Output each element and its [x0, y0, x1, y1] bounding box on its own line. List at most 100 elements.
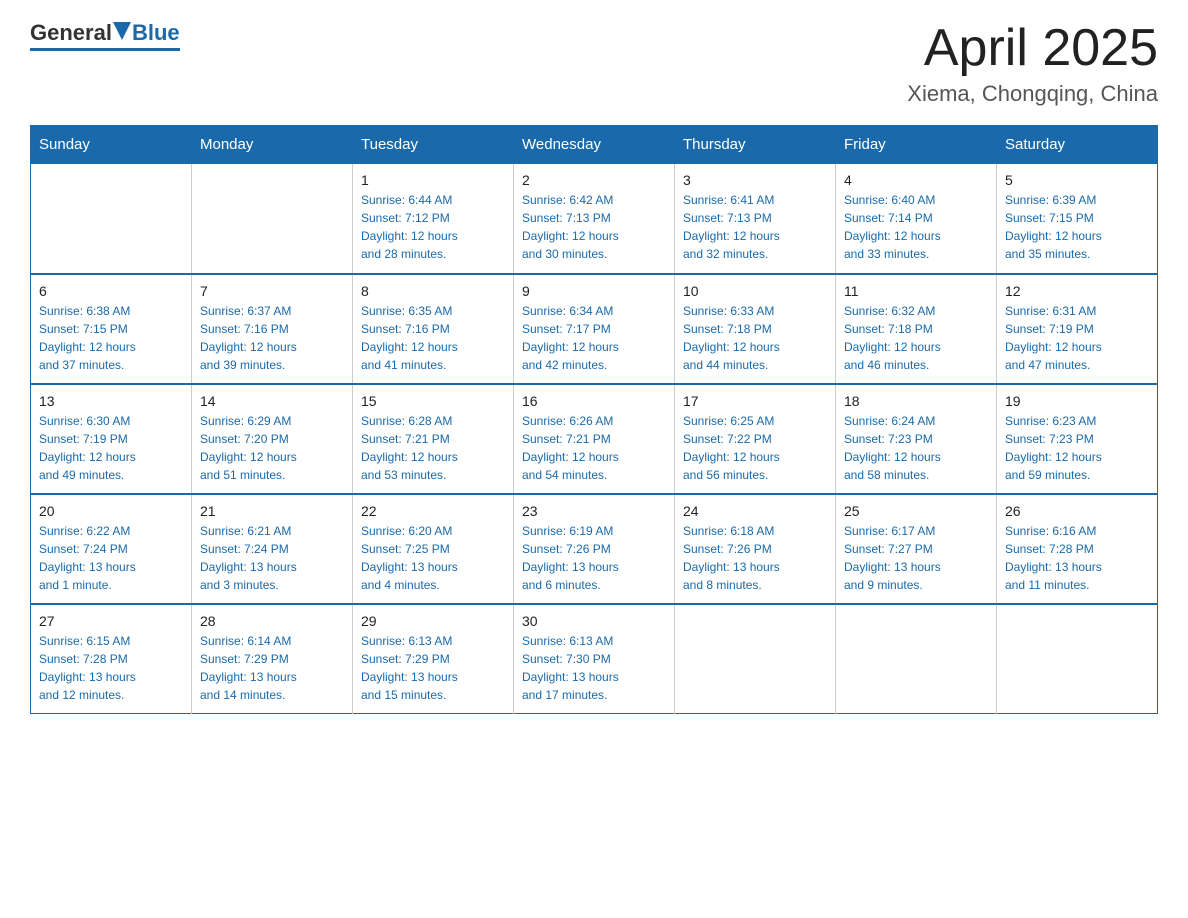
- day-number: 7: [200, 283, 344, 299]
- title-block: April 2025 Xiema, Chongqing, China: [907, 20, 1158, 107]
- page-header: General Blue April 2025 Xiema, Chongqing…: [30, 20, 1158, 107]
- calendar-cell: 5Sunrise: 6:39 AMSunset: 7:15 PMDaylight…: [997, 164, 1158, 274]
- day-info: Sunrise: 6:41 AMSunset: 7:13 PMDaylight:…: [683, 191, 827, 263]
- calendar-cell: 9 Sunrise: 6:34 AMSunset: 7:17 PMDaylight…: [514, 274, 675, 384]
- day-info: Sunrise: 6:13 AMSunset: 7:30 PMDaylight:…: [522, 632, 666, 704]
- day-info: Sunrise: 6:24 AMSunset: 7:23 PMDaylight:…: [844, 412, 988, 484]
- day-number: 12: [1005, 283, 1149, 299]
- calendar-cell: 21 Sunrise: 6:21 AMSunset: 7:24 PMDayligh…: [192, 494, 353, 604]
- calendar-cell: 1 Sunrise: 6:44 AMSunset: 7:12 PMDaylight…: [353, 164, 514, 274]
- calendar-week-row: 27 Sunrise: 6:15 AMSunset: 7:28 PMDayligh…: [31, 604, 1158, 714]
- day-number: 6: [39, 283, 183, 299]
- calendar-cell: 3 Sunrise: 6:41 AMSunset: 7:13 PMDaylight…: [675, 164, 836, 274]
- calendar-cell: [675, 604, 836, 714]
- calendar-cell: 10 Sunrise: 6:33 AMSunset: 7:18 PMDayligh…: [675, 274, 836, 384]
- day-info: Sunrise: 6:40 AMSunset: 7:14 PMDaylight:…: [844, 191, 988, 263]
- day-number: 30: [522, 613, 666, 629]
- logo-underline: [30, 48, 180, 51]
- day-number: 16: [522, 393, 666, 409]
- calendar-cell: [192, 164, 353, 274]
- day-number: 14: [200, 393, 344, 409]
- calendar-cell: 7 Sunrise: 6:37 AMSunset: 7:16 PMDaylight…: [192, 274, 353, 384]
- calendar-cell: 26Sunrise: 6:16 AMSunset: 7:28 PMDayligh…: [997, 494, 1158, 604]
- page-subtitle: Xiema, Chongqing, China: [907, 81, 1158, 107]
- calendar-cell: 24 Sunrise: 6:18 AMSunset: 7:26 PMDayligh…: [675, 494, 836, 604]
- day-number: 2: [522, 172, 666, 188]
- calendar-week-row: 20Sunrise: 6:22 AMSunset: 7:24 PMDayligh…: [31, 494, 1158, 604]
- day-number: 10: [683, 283, 827, 299]
- day-number: 13: [39, 393, 183, 409]
- logo-general-text: General: [30, 20, 112, 46]
- header-cell-wednesday: Wednesday: [514, 126, 675, 164]
- day-info: Sunrise: 6:38 AMSunset: 7:15 PMDaylight:…: [39, 302, 183, 374]
- day-number: 3: [683, 172, 827, 188]
- calendar-cell: 8 Sunrise: 6:35 AMSunset: 7:16 PMDaylight…: [353, 274, 514, 384]
- calendar-cell: [836, 604, 997, 714]
- logo-arrow-icon: [113, 22, 131, 40]
- day-number: 28: [200, 613, 344, 629]
- day-info: Sunrise: 6:23 AMSunset: 7:23 PMDaylight:…: [1005, 412, 1149, 484]
- day-info: Sunrise: 6:14 AMSunset: 7:29 PMDaylight:…: [200, 632, 344, 704]
- day-number: 15: [361, 393, 505, 409]
- calendar-cell: 2 Sunrise: 6:42 AMSunset: 7:13 PMDaylight…: [514, 164, 675, 274]
- day-number: 21: [200, 503, 344, 519]
- day-number: 18: [844, 393, 988, 409]
- day-info: Sunrise: 6:28 AMSunset: 7:21 PMDaylight:…: [361, 412, 505, 484]
- day-info: Sunrise: 6:18 AMSunset: 7:26 PMDaylight:…: [683, 522, 827, 594]
- calendar-cell: 22Sunrise: 6:20 AMSunset: 7:25 PMDayligh…: [353, 494, 514, 604]
- day-number: 29: [361, 613, 505, 629]
- day-info: Sunrise: 6:37 AMSunset: 7:16 PMDaylight:…: [200, 302, 344, 374]
- calendar-cell: 20Sunrise: 6:22 AMSunset: 7:24 PMDayligh…: [31, 494, 192, 604]
- calendar-cell: [31, 164, 192, 274]
- calendar-cell: [997, 604, 1158, 714]
- day-info: Sunrise: 6:42 AMSunset: 7:13 PMDaylight:…: [522, 191, 666, 263]
- logo-blue-text: Blue: [132, 20, 180, 46]
- day-info: Sunrise: 6:16 AMSunset: 7:28 PMDaylight:…: [1005, 522, 1149, 594]
- day-info: Sunrise: 6:32 AMSunset: 7:18 PMDaylight:…: [844, 302, 988, 374]
- calendar-cell: 13Sunrise: 6:30 AMSunset: 7:19 PMDayligh…: [31, 384, 192, 494]
- calendar-cell: 15 Sunrise: 6:28 AMSunset: 7:21 PMDayligh…: [353, 384, 514, 494]
- day-number: 27: [39, 613, 183, 629]
- calendar-cell: 6 Sunrise: 6:38 AMSunset: 7:15 PMDaylight…: [31, 274, 192, 384]
- day-info: Sunrise: 6:29 AMSunset: 7:20 PMDaylight:…: [200, 412, 344, 484]
- day-info: Sunrise: 6:31 AMSunset: 7:19 PMDaylight:…: [1005, 302, 1149, 374]
- header-cell-saturday: Saturday: [997, 126, 1158, 164]
- day-number: 9: [522, 283, 666, 299]
- day-info: Sunrise: 6:19 AMSunset: 7:26 PMDaylight:…: [522, 522, 666, 594]
- calendar-header-row: SundayMondayTuesdayWednesdayThursdayFrid…: [31, 126, 1158, 164]
- header-cell-friday: Friday: [836, 126, 997, 164]
- header-cell-sunday: Sunday: [31, 126, 192, 164]
- calendar-cell: 4 Sunrise: 6:40 AMSunset: 7:14 PMDaylight…: [836, 164, 997, 274]
- calendar-week-row: 1 Sunrise: 6:44 AMSunset: 7:12 PMDaylight…: [31, 164, 1158, 274]
- calendar-cell: 30 Sunrise: 6:13 AMSunset: 7:30 PMDayligh…: [514, 604, 675, 714]
- calendar-week-row: 6 Sunrise: 6:38 AMSunset: 7:15 PMDaylight…: [31, 274, 1158, 384]
- calendar-cell: 12 Sunrise: 6:31 AMSunset: 7:19 PMDayligh…: [997, 274, 1158, 384]
- day-number: 19: [1005, 393, 1149, 409]
- day-number: 4: [844, 172, 988, 188]
- day-number: 23: [522, 503, 666, 519]
- calendar-cell: 29 Sunrise: 6:13 AMSunset: 7:29 PMDayligh…: [353, 604, 514, 714]
- day-number: 8: [361, 283, 505, 299]
- day-number: 11: [844, 283, 988, 299]
- header-cell-thursday: Thursday: [675, 126, 836, 164]
- calendar-cell: 19 Sunrise: 6:23 AMSunset: 7:23 PMDayligh…: [997, 384, 1158, 494]
- day-info: Sunrise: 6:33 AMSunset: 7:18 PMDaylight:…: [683, 302, 827, 374]
- day-number: 24: [683, 503, 827, 519]
- day-info: Sunrise: 6:39 AMSunset: 7:15 PMDaylight:…: [1005, 191, 1149, 263]
- day-info: Sunrise: 6:13 AMSunset: 7:29 PMDaylight:…: [361, 632, 505, 704]
- day-info: Sunrise: 6:22 AMSunset: 7:24 PMDaylight:…: [39, 522, 183, 594]
- page-title: April 2025: [907, 20, 1158, 77]
- calendar-cell: 25Sunrise: 6:17 AMSunset: 7:27 PMDayligh…: [836, 494, 997, 604]
- day-info: Sunrise: 6:15 AMSunset: 7:28 PMDaylight:…: [39, 632, 183, 704]
- day-info: Sunrise: 6:25 AMSunset: 7:22 PMDaylight:…: [683, 412, 827, 484]
- day-info: Sunrise: 6:20 AMSunset: 7:25 PMDaylight:…: [361, 522, 505, 594]
- calendar-cell: 16Sunrise: 6:26 AMSunset: 7:21 PMDayligh…: [514, 384, 675, 494]
- day-info: Sunrise: 6:35 AMSunset: 7:16 PMDaylight:…: [361, 302, 505, 374]
- day-info: Sunrise: 6:17 AMSunset: 7:27 PMDaylight:…: [844, 522, 988, 594]
- day-info: Sunrise: 6:44 AMSunset: 7:12 PMDaylight:…: [361, 191, 505, 263]
- day-number: 1: [361, 172, 505, 188]
- calendar-cell: 17Sunrise: 6:25 AMSunset: 7:22 PMDayligh…: [675, 384, 836, 494]
- day-info: Sunrise: 6:34 AMSunset: 7:17 PMDaylight:…: [522, 302, 666, 374]
- logo: General Blue: [30, 20, 180, 51]
- day-info: Sunrise: 6:21 AMSunset: 7:24 PMDaylight:…: [200, 522, 344, 594]
